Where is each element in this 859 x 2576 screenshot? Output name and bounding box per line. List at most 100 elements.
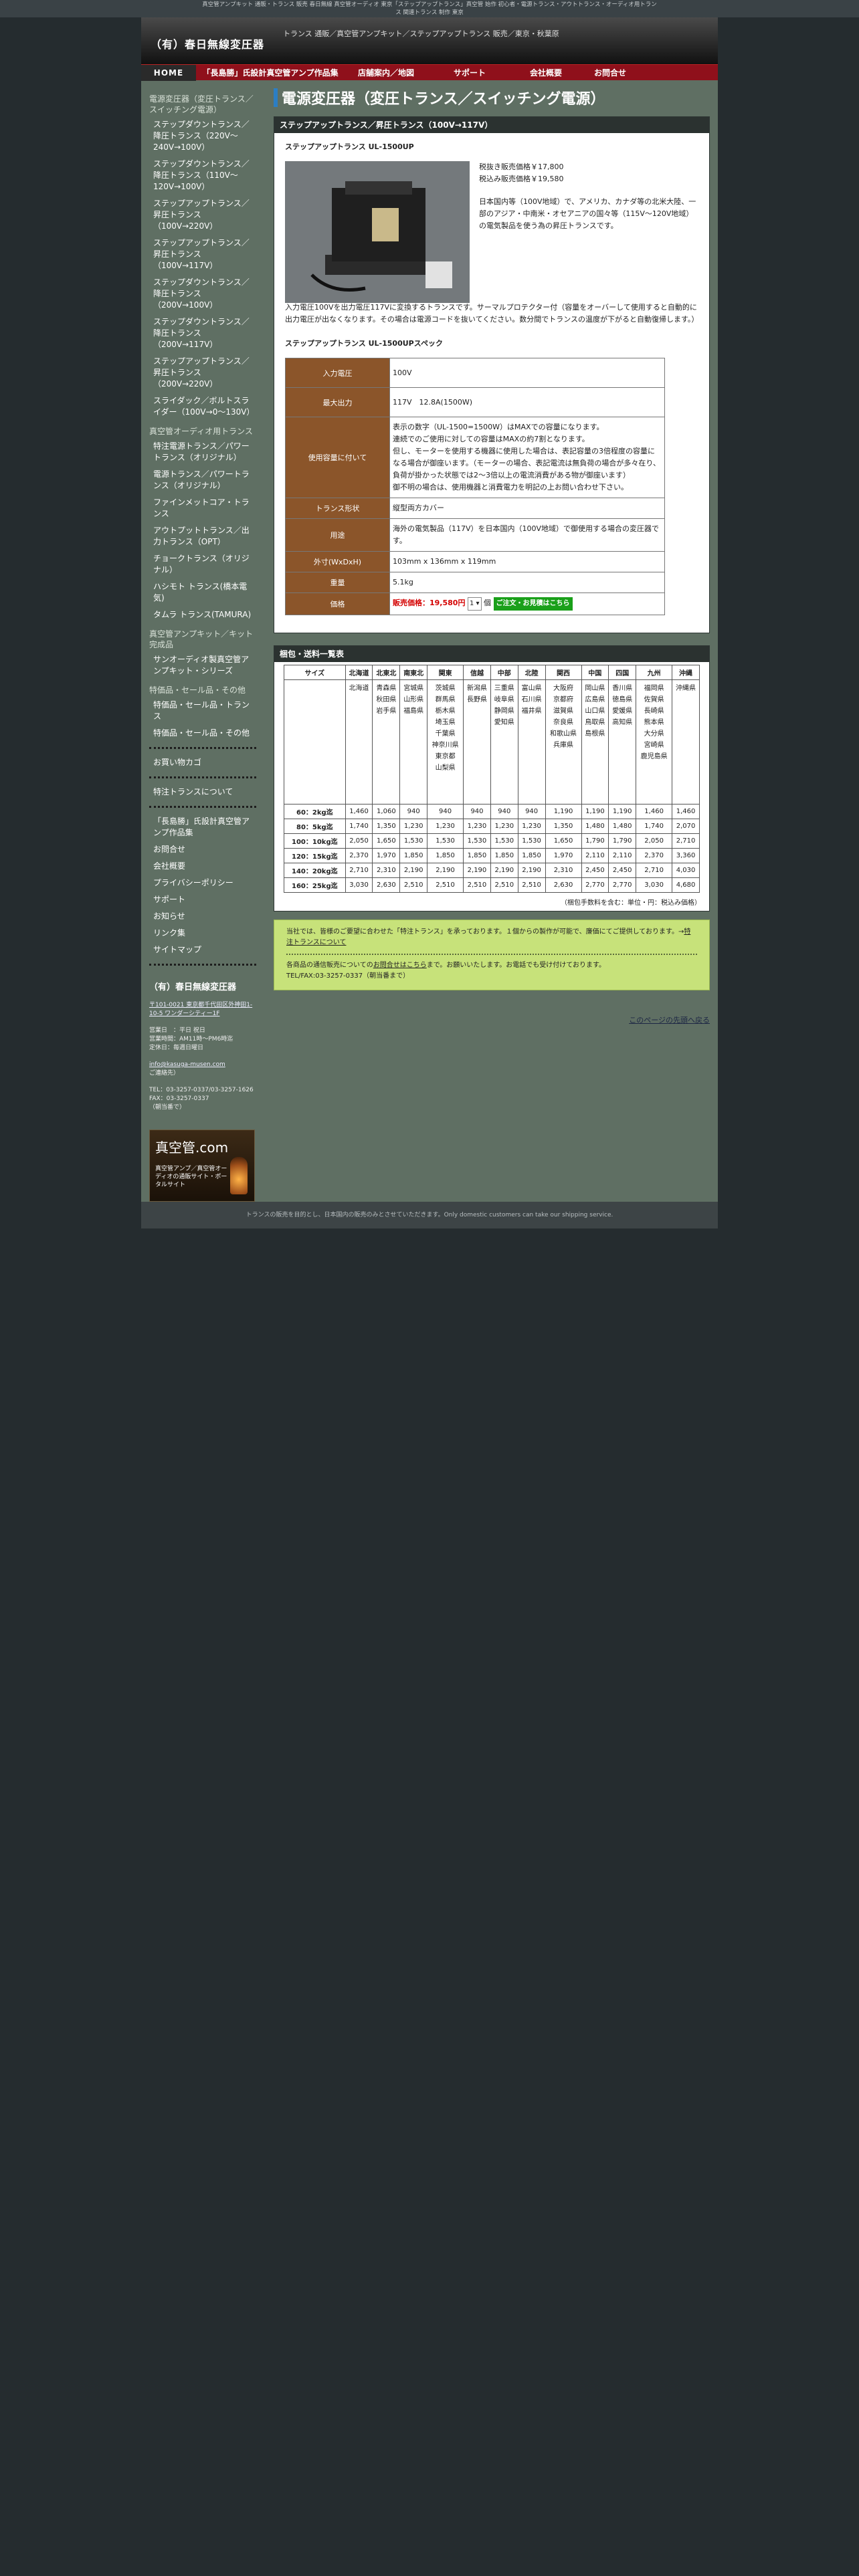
nav-works[interactable]: 「長島勝」氏設計真空管アンプ作品集 <box>196 65 345 81</box>
shipping-header: 北海道 <box>345 665 373 680</box>
company-fax-note: （朝当番で） <box>149 1104 186 1111</box>
sidebar-item[interactable]: 特価品・セール品・トランス <box>149 697 256 725</box>
sidebar-item[interactable]: ステップアップトランス／昇圧トランス（200V→220V） <box>149 353 256 393</box>
shipping-fee: 4,030 <box>672 863 700 878</box>
sidebar-item[interactable]: アウトプットトランス／出力トランス（OPT） <box>149 522 256 550</box>
sidebar-item[interactable]: サンオーディオ製真空管アンプキット・シリーズ <box>149 651 256 679</box>
company-info: （有）春日無線変圧器 〒101-0021 東京都千代田区外神田1-10-5 ワン… <box>149 983 256 1112</box>
sidebar-item[interactable]: お問合せ <box>149 841 256 858</box>
back-to-top-link[interactable]: このページの先頭へ戻る <box>274 990 710 1025</box>
divider <box>149 964 256 966</box>
sidebar-item[interactable]: サイトマップ <box>149 942 256 958</box>
shipping-fee: 2,190 <box>463 863 491 878</box>
quantity-select[interactable]: 1 ▾ <box>467 597 482 611</box>
company-name: （有）春日無線変圧器 <box>149 982 237 992</box>
shinkukan-banner[interactable]: 真空管.com 真空管アンプ／真空管オーディオの通販サイト・ポータルサイト <box>149 1130 255 1202</box>
shipping-fee: 2,510 <box>517 877 546 893</box>
shipping-fee: 1,790 <box>581 833 609 849</box>
sidebar-item-custom[interactable]: 特注トランスについて <box>149 784 256 800</box>
sidebar-item[interactable]: サポート <box>149 891 256 908</box>
contact-link[interactable]: お問合せはこちら <box>373 962 427 969</box>
company-email-link[interactable]: info@kasuga-musen.com <box>149 1061 225 1068</box>
shipping-fee: 1,480 <box>581 819 609 834</box>
shipping-fee: 2,510 <box>463 877 491 893</box>
sidebar-item[interactable]: プライバシーポリシー <box>149 875 256 891</box>
shipping-region <box>284 679 346 804</box>
shipping-region: 岡山県 広島県 山口県 鳥取県 島根県 <box>581 679 609 804</box>
sidebar-heading[interactable]: 真空管オーディオ用トランス <box>149 426 256 437</box>
main-nav: HOME 「長島勝」氏設計真空管アンプ作品集 店舗案内／地図 サポート 会社概要… <box>141 64 718 81</box>
sidebar-item[interactable]: スライダック／ボルトスライダー（100V→0〜130V） <box>149 393 256 421</box>
price-ex-tax: 税抜き販売価格￥17,800 <box>479 163 564 171</box>
shipping-header: 北東北 <box>372 665 401 680</box>
sidebar-item[interactable]: 特注電源トランス／パワートランス（オリジナル） <box>149 438 256 466</box>
sidebar-item[interactable]: ステップダウントランス／降圧トランス（200V→117V） <box>149 314 256 353</box>
spec-value: 海外の電気製品（117V）を日本国内（100V地域）で御使用する場合の変圧器です… <box>389 518 665 552</box>
divider <box>286 954 697 955</box>
shipping-region: 茨城県 群馬県 栃木県 埼玉県 千葉県 神奈川県 東京都 山梨県 <box>427 679 464 804</box>
spec-value: 5.1kg <box>389 572 665 593</box>
sidebar-item-cart[interactable]: お買い物カゴ <box>149 754 256 771</box>
sidebar-item[interactable]: 特価品・セール品・その他 <box>149 725 256 742</box>
spec-value: 表示の数字（UL-1500=1500W）はMAXでの容量になります。 連続でのご… <box>389 417 665 498</box>
sidebar-item[interactable]: 電源トランス／パワートランス（オリジナル） <box>149 466 256 494</box>
shipping-row: 160：25kg迄 3,030 2,630 2,510 2,510 2,510 2,510 2… <box>284 877 700 893</box>
shipping-table: サイズ 北海道 北東北 南東北 関東 信越 中部 北陸 関西 中国 四国 九州 沖縄 北海道 青森県 秋田… <box>284 665 700 893</box>
shipping-region: 宮城県 山形県 福島県 <box>399 679 428 804</box>
order-button[interactable]: ご注文・お見積はこちら <box>493 597 573 611</box>
shipping-fee: 3,030 <box>345 877 373 893</box>
transformer-illustration <box>285 161 470 303</box>
divider <box>149 806 256 808</box>
shipping-fee: 2,450 <box>581 863 609 878</box>
spec-label: 最大出力 <box>285 387 390 417</box>
sidebar-item[interactable]: タムラ トランス(TAMURA) <box>149 607 256 623</box>
shipping-region: 北海道 <box>345 679 373 804</box>
company-email-suffix: ご連絡先） <box>149 1070 180 1077</box>
shipping-fee: 1,230 <box>427 819 464 834</box>
shipping-fee: 1,530 <box>427 833 464 849</box>
company-tel: TEL：03-3257-0337/03-3257-1626 <box>149 1087 254 1093</box>
shipping-fee: 1,230 <box>463 819 491 834</box>
nav-home[interactable]: HOME <box>141 64 196 81</box>
nav-contact[interactable]: お問合せ <box>580 65 640 81</box>
sidebar-item[interactable]: ハシモト トランス(橋本電気) <box>149 578 256 607</box>
spec-value: 103mm x 136mm x 119mm <box>389 551 665 572</box>
nav-support[interactable]: サポート <box>427 65 512 81</box>
sidebar-item[interactable]: ステップダウントランス／降圧トランス（110V〜120V→100V） <box>149 156 256 195</box>
shipping-size: 80：5kg迄 <box>284 819 346 834</box>
sidebar-item[interactable]: リンク集 <box>149 925 256 942</box>
nav-store-map[interactable]: 店舗案内／地図 <box>345 65 427 81</box>
shipping-fee: 1,850 <box>517 848 546 863</box>
sidebar-item[interactable]: ステップアップトランス／昇圧トランス（100V→220V） <box>149 195 256 235</box>
sidebar-item[interactable]: お知らせ <box>149 908 256 925</box>
shipping-size: 120：15kg迄 <box>284 848 346 863</box>
title-accent-bar <box>274 88 278 107</box>
site-title[interactable]: （有）春日無線変圧器 <box>151 35 264 51</box>
shipping-panel: 梱包・送料一覧表 サイズ 北海道 北東北 南東北 関東 信越 中部 北陸 関西 中国 四国 九州 沖縄 … <box>274 645 710 911</box>
quantity-unit: 個 <box>484 599 492 607</box>
sidebar-heading[interactable]: 電源変圧器（変圧トランス／スイッチング電源） <box>149 94 256 115</box>
sidebar-item[interactable]: ステップダウントランス／降圧トランス（200V→100V） <box>149 274 256 314</box>
sidebar-item[interactable]: ステップダウントランス／降圧トランス（220V〜240V→100V） <box>149 116 256 156</box>
spec-value: 100V <box>389 358 665 388</box>
shipping-header: 関西 <box>545 665 582 680</box>
sidebar-item[interactable]: ファインメットコア・トランス <box>149 494 256 522</box>
sidebar-item[interactable]: チョークトランス（オリジナル） <box>149 550 256 578</box>
nav-company[interactable]: 会社概要 <box>512 65 580 81</box>
shipping-fee: 2,510 <box>399 877 428 893</box>
sidebar-heading[interactable]: 特価品・セール品・その他 <box>149 685 256 695</box>
shipping-size: 100：10kg迄 <box>284 833 346 849</box>
shipping-fee: 2,710 <box>345 863 373 878</box>
content-area: 電源変圧器（変圧トランス／スイッチング電源） ステップダウントランス／降圧トラン… <box>141 80 718 1202</box>
shipping-fee: 1,190 <box>608 804 637 819</box>
shipping-fee: 3,360 <box>672 848 700 863</box>
sidebar-item[interactable]: ステップアップトランス／昇圧トランス（100V→117V） <box>149 235 256 274</box>
sidebar-heading[interactable]: 真空管アンプキット／キット完成品 <box>149 629 256 650</box>
shipping-note: （梱包手数料を含む：単位・円：税込み価格） <box>561 899 701 907</box>
sidebar-item[interactable]: 会社概要 <box>149 858 256 875</box>
shipping-fee: 2,310 <box>545 863 582 878</box>
shipping-row: 100：10kg迄 2,050 1,650 1,530 1,530 1,530 1,530 1… <box>284 833 700 849</box>
sidebar-item[interactable]: 「長島勝」氏設計真空管アンプ作品集 <box>149 813 256 841</box>
spec-label: 用途 <box>285 518 390 552</box>
company-address[interactable]: 〒101-0021 東京都千代田区外神田1-10-5 ワンダーシティー1F <box>149 1001 256 1018</box>
